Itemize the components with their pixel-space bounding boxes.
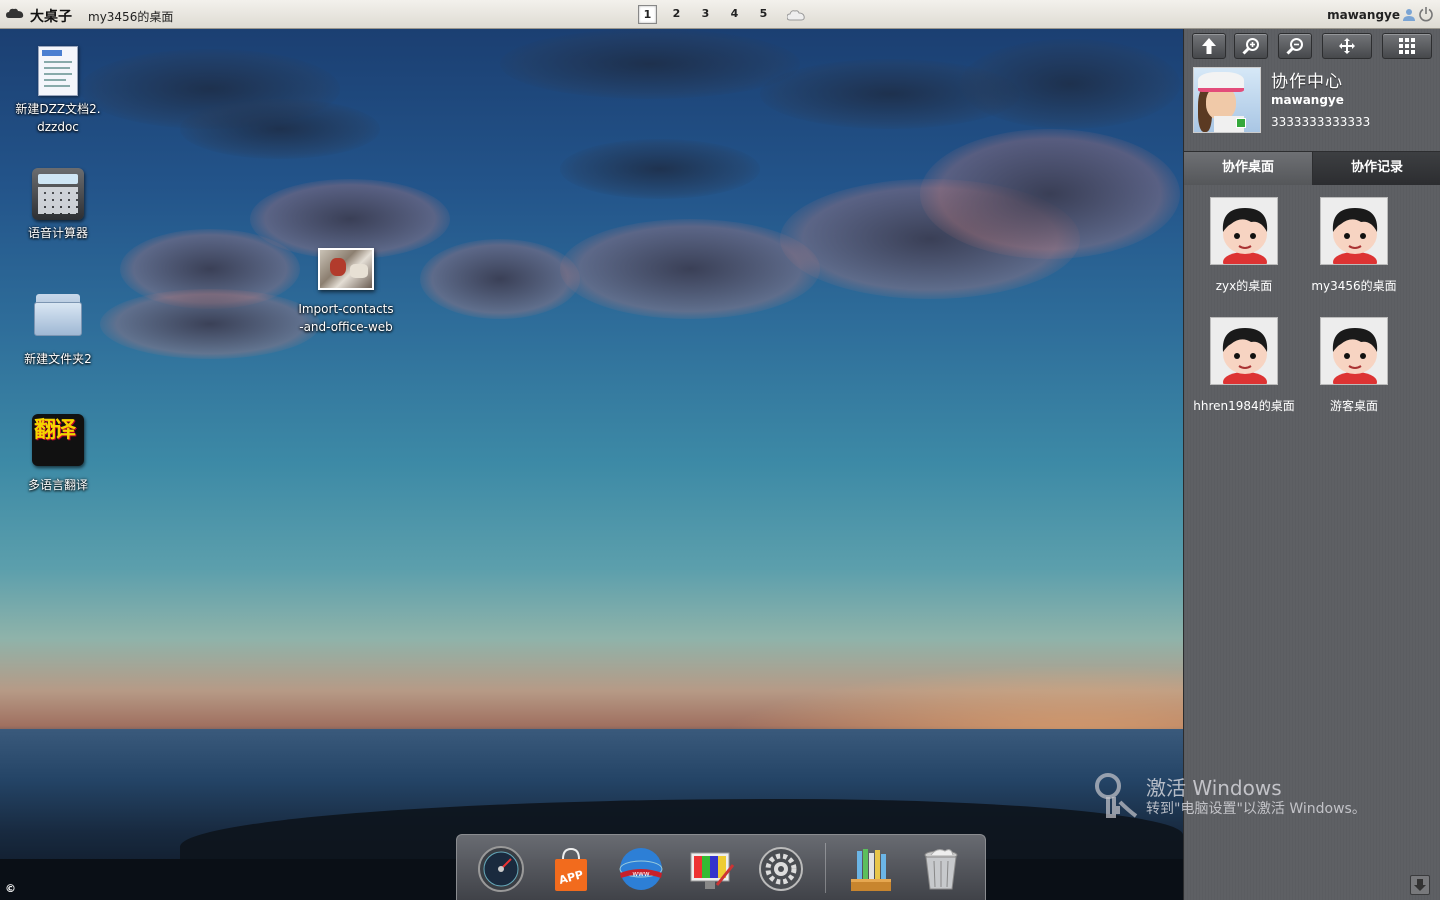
- current-desk-name: my3456的桌面: [88, 10, 174, 24]
- username-link[interactable]: mawangye: [1327, 8, 1400, 22]
- profile-username: mawangye: [1271, 93, 1344, 107]
- dock: APP www: [456, 834, 986, 900]
- calculator-icon: [32, 168, 84, 220]
- tab-collab-records[interactable]: 协作记录: [1313, 152, 1440, 185]
- cloud-logo-icon[interactable]: [6, 8, 24, 19]
- desktop-icon-label: 新建文件夹2: [24, 352, 92, 366]
- desktop-icon-dzzdoc[interactable]: 新建DZZ文档2. dzzdoc: [8, 46, 108, 136]
- collab-desk-label: zyx的桌面: [1215, 279, 1273, 293]
- desktop-icon-label: 语音计算器: [27, 226, 88, 240]
- desktop-icon-translate[interactable]: 翻译 多语言翻译: [8, 414, 108, 494]
- desktop-icon-calculator[interactable]: 语音计算器: [8, 168, 108, 242]
- translate-icon-text: 翻译: [34, 418, 76, 443]
- arrow-down-icon: [1414, 879, 1426, 891]
- cartoon-avatar-icon: [1320, 197, 1388, 265]
- avatar[interactable]: [1193, 67, 1261, 133]
- trash-dock-item[interactable]: [917, 845, 965, 893]
- panel-toolbar: [1192, 33, 1439, 59]
- folder-icon: [32, 292, 84, 336]
- image-file-icon: [318, 248, 374, 290]
- grid-view-button[interactable]: [1382, 33, 1432, 59]
- cartoon-avatar-icon: [1210, 197, 1278, 265]
- collab-desk-label: hhren1984的桌面: [1193, 399, 1295, 413]
- translate-app-icon: 翻译: [32, 414, 84, 466]
- user-icon[interactable]: [1402, 8, 1416, 21]
- cloud-icon[interactable]: [787, 9, 805, 21]
- grid-icon: [1399, 38, 1415, 54]
- watermark-subtitle: 转到"电脑设置"以激活 Windows。: [1146, 801, 1366, 817]
- dashboard-dock-item[interactable]: [477, 845, 525, 893]
- page-1-button[interactable]: 1: [638, 5, 657, 24]
- page-switcher: 1 2 3 4 5: [638, 5, 805, 24]
- move-icon: [1339, 38, 1355, 54]
- scroll-down-button[interactable]: [1410, 875, 1430, 895]
- collab-desk-item[interactable]: 游客桌面: [1294, 317, 1414, 414]
- settings-dock-item[interactable]: [757, 845, 805, 893]
- desktop-icon-label: 多语言翻译: [27, 478, 88, 492]
- collab-desk-label: 游客桌面: [1329, 399, 1378, 413]
- dzzdoc-file-icon: [38, 46, 78, 96]
- zoom-out-button[interactable]: [1278, 33, 1312, 59]
- profile-phone: 3333333333333: [1271, 115, 1371, 129]
- app-store-icon: APP: [555, 847, 587, 891]
- desktop-icon-folder[interactable]: 新建文件夹2: [8, 292, 108, 368]
- brand-title[interactable]: 大桌子: [30, 6, 72, 26]
- trash-icon: [924, 849, 958, 890]
- zoom-in-icon: [1242, 38, 1259, 55]
- move-button[interactable]: [1322, 33, 1372, 59]
- collab-desk-item[interactable]: zyx的桌面: [1184, 197, 1304, 294]
- page-4-button[interactable]: 4: [725, 5, 744, 24]
- power-icon[interactable]: [1418, 6, 1434, 22]
- collab-desk-item[interactable]: my3456的桌面: [1294, 197, 1414, 294]
- library-icon: [851, 849, 891, 891]
- app-store-dock-item[interactable]: APP: [547, 845, 595, 893]
- watermark-title: 激活 Windows: [1146, 776, 1282, 800]
- page-5-button[interactable]: 5: [754, 5, 773, 24]
- svg-text:www: www: [632, 870, 649, 878]
- top-bar: 大桌子 my3456的桌面 1 2 3 4 5 mawangye: [0, 0, 1440, 29]
- arrow-up-icon: [1202, 38, 1216, 54]
- desktop-icon-label: 新建DZZ文档2. dzzdoc: [15, 102, 101, 134]
- tab-collab-desktop[interactable]: 协作桌面: [1184, 152, 1313, 185]
- windows-activation-watermark: 激活 Windows 转到"电脑设置"以激活 Windows。: [1092, 770, 1392, 830]
- panel-title: 协作中心: [1271, 72, 1343, 92]
- settings-icon: [759, 847, 803, 891]
- panel-tabs: 协作桌面 协作记录: [1184, 151, 1440, 185]
- copyright-mark: ©: [5, 882, 16, 895]
- key-icon: [1095, 773, 1138, 818]
- zoom-out-icon: [1286, 38, 1303, 55]
- desktop-icon-import-contacts[interactable]: Import-contacts -and-office-web: [296, 248, 396, 336]
- dashboard-icon: [478, 846, 524, 892]
- browser-icon: www: [619, 848, 663, 890]
- zoom-in-button[interactable]: [1234, 33, 1268, 59]
- browser-dock-item[interactable]: www: [617, 845, 665, 893]
- library-dock-item[interactable]: [847, 845, 895, 893]
- arrow-up-button[interactable]: [1192, 33, 1226, 59]
- paint-icon: [690, 852, 735, 889]
- desktop-icon-label: Import-contacts -and-office-web: [298, 302, 394, 334]
- paint-dock-item[interactable]: [687, 845, 735, 893]
- collab-desk-item[interactable]: hhren1984的桌面: [1184, 317, 1304, 414]
- page-3-button[interactable]: 3: [696, 5, 715, 24]
- cartoon-avatar-icon: [1210, 317, 1278, 385]
- page-2-button[interactable]: 2: [667, 5, 686, 24]
- cartoon-avatar-icon: [1320, 317, 1388, 385]
- collab-desk-label: my3456的桌面: [1311, 279, 1397, 293]
- desktop-wallpaper[interactable]: [0, 29, 1183, 900]
